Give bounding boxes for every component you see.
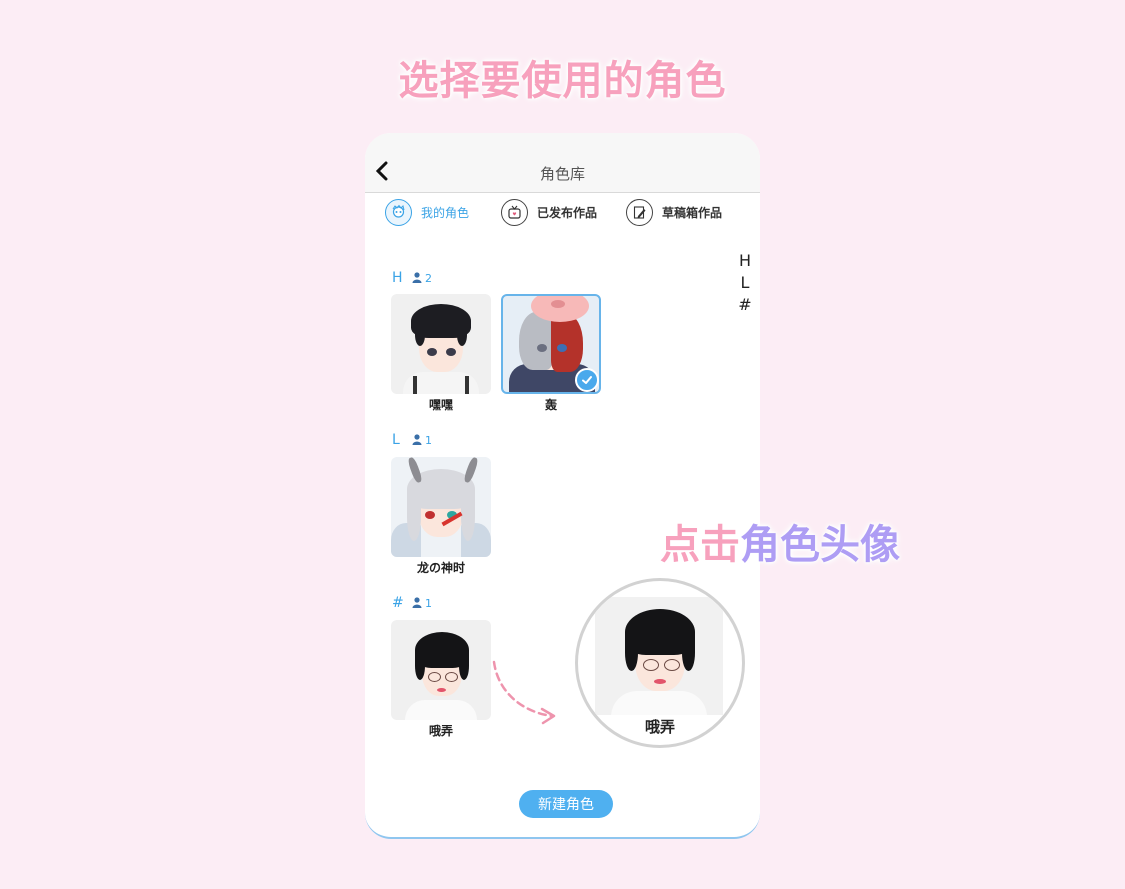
person-icon [412,434,424,446]
index-letter-h[interactable]: H [735,250,755,272]
tab-label: 草稿箱作品 [662,205,723,220]
character-avatar[interactable] [391,457,491,557]
character-card-hong[interactable]: 轰 [501,294,601,413]
index-letter-l[interactable]: L [735,272,755,294]
character-avatar[interactable] [391,620,491,720]
character-card-longnokamitoki[interactable]: 龙の神时 [391,457,491,576]
tab-bar: 我的角色 已发布作品 草稿箱作品 [365,195,760,229]
character-avatar[interactable] [391,294,491,394]
callout-rest: 角色头像 [740,522,900,568]
tab-label: 已发布作品 [537,205,598,220]
section-letter: # [392,595,404,611]
callout-first: 点击 [660,522,740,568]
person-icon [412,272,424,284]
character-card-heihei[interactable]: 嘿嘿 [391,294,491,413]
section-header-l: L 1 [392,432,432,448]
top-bar: 角色库 [365,133,760,193]
tab-published-works[interactable]: 已发布作品 [501,195,597,229]
zoomed-avatar [595,597,723,715]
new-character-button[interactable]: 新建角色 [519,790,613,818]
headline: 选择要使用的角色 [398,58,727,104]
character-avatar[interactable] [501,294,601,394]
section-header-hash: # 1 [392,595,432,611]
my-avatar-icon [385,198,412,226]
character-name: 轰 [544,398,557,412]
index-letter-hash[interactable]: # [735,294,755,316]
selected-check-icon [575,368,599,392]
tap-avatar-callout: 点击角色头像 [660,512,900,570]
zoomed-avatar-name: 哦弄 [644,718,675,736]
section-count: 1 [425,433,432,447]
person-icon [412,597,424,609]
section-count: 2 [425,271,432,285]
section-header-h: H 2 [392,270,432,286]
draft-pencil-icon [626,198,653,226]
character-card-onong[interactable]: 哦弄 [391,620,491,739]
tab-my-characters[interactable]: 我的角色 [385,195,469,229]
tab-label: 我的角色 [421,205,470,220]
zoomed-avatar-circle: 哦弄 [575,578,745,748]
alphabet-index[interactable]: H L # [735,250,755,316]
character-name: 哦弄 [428,724,453,738]
tv-icon [501,198,528,226]
tab-draft-works[interactable]: 草稿箱作品 [626,195,722,229]
section-letter: L [392,432,400,448]
section-letter: H [392,270,403,286]
character-name: 嘿嘿 [428,398,453,412]
dashed-arrow-icon [488,656,563,726]
page-title: 角色库 [539,165,585,183]
section-count: 1 [425,596,432,610]
character-name: 龙の神时 [416,561,465,575]
